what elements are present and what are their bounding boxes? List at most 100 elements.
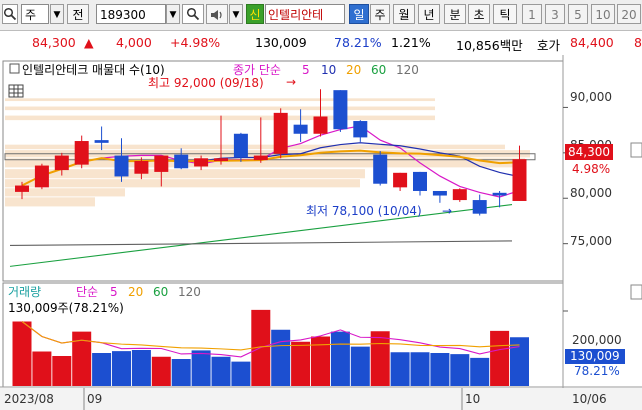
current-pct-tag: 4.98% <box>572 162 610 176</box>
candle-body <box>512 159 527 201</box>
candle-body <box>54 155 69 171</box>
sound-dropdown-icon[interactable]: ▼ <box>229 4 243 24</box>
volume-bar <box>231 361 251 386</box>
candle-body <box>313 116 328 134</box>
sound-icon[interactable] <box>206 4 228 24</box>
period-week-button[interactable]: 주 <box>370 4 390 24</box>
interval-10-button[interactable]: 10 <box>591 4 615 24</box>
credit-badge[interactable]: 신 <box>246 4 264 24</box>
ma20-legend: 20 <box>346 63 361 77</box>
candle-body <box>134 161 149 174</box>
period-day-button[interactable]: 일 <box>349 4 369 24</box>
volume-profile-band-9 <box>5 197 95 207</box>
volume-ma120-legend: 120 <box>178 285 201 299</box>
volume-bar <box>510 337 529 386</box>
candle-body <box>492 192 507 196</box>
candle-body <box>214 158 228 162</box>
market-select[interactable]: 주 <box>21 4 49 24</box>
ask-price: 84,400 <box>570 35 614 50</box>
candle-body <box>74 141 89 165</box>
interval-20-button[interactable]: 20 <box>617 4 641 24</box>
interval-3-button[interactable]: 3 <box>545 4 565 24</box>
interval-5-button[interactable]: 5 <box>568 4 588 24</box>
all-button[interactable]: 전 <box>67 4 89 24</box>
volume-profile-band-7 <box>5 179 360 188</box>
ma10-legend: 10 <box>321 63 336 77</box>
ask-label: 호가 <box>537 38 561 53</box>
toolbar: 주 ▼ 전 189300 ▼ ▼ 신 인텔리안테 일 주 월 년 분 초 틱 1… <box>0 0 642 31</box>
low-arrow-icon: → <box>442 204 452 218</box>
candle-body <box>15 185 29 192</box>
turnover-rate: 1.21% <box>391 35 431 50</box>
y-tick-75000: 75,000 <box>570 234 612 248</box>
candle-body <box>34 165 49 188</box>
candle-body <box>94 140 109 143</box>
volume-scroll-handle[interactable] <box>630 284 642 300</box>
volume-bar <box>211 356 231 386</box>
period-second-button[interactable]: 초 <box>468 4 490 24</box>
candle-body <box>293 124 308 134</box>
code-dropdown-icon[interactable]: ▼ <box>166 4 180 24</box>
volume-value: 130,009 <box>255 35 307 50</box>
candle-body <box>273 112 288 154</box>
volume-profile-band-1 <box>5 106 435 111</box>
price-scroll-handle[interactable] <box>630 142 642 158</box>
legend-box-icon[interactable] <box>9 63 20 74</box>
candle-body <box>413 171 427 191</box>
candle-body <box>154 155 169 172</box>
volume-bar <box>12 321 32 386</box>
volume-bar <box>131 350 151 386</box>
market-dropdown-icon[interactable]: ▼ <box>50 4 64 24</box>
volume-summary: 130,009주(78.21%) <box>8 301 124 315</box>
volume-bar <box>191 350 211 386</box>
candle-body <box>114 155 129 177</box>
volume-y-tick: 200,000 <box>572 333 622 347</box>
period-year-button[interactable]: 년 <box>418 4 440 24</box>
candle-body <box>472 200 487 214</box>
volume-bar <box>52 356 72 386</box>
low-annotation: 최저 78,100 (10/04) <box>306 204 422 218</box>
x-label-2023-08: 2023/08 <box>4 392 54 406</box>
volume-bar <box>490 330 510 386</box>
stock-code-input[interactable]: 189300 <box>96 4 166 24</box>
x-label-09: 09 <box>87 392 102 406</box>
price-change-pct: +4.98% <box>170 35 221 50</box>
candle <box>273 108 288 159</box>
volume-profile-band-0 <box>5 98 435 102</box>
candle-body <box>333 90 348 130</box>
ma5-legend: 5 <box>302 63 310 77</box>
x-label-10: 10 <box>465 392 480 406</box>
x-label-10-06: 10/06 <box>572 392 607 406</box>
candle <box>333 90 348 132</box>
trade-amount: 10,856백만 <box>456 38 523 53</box>
volume-ratio: 78.21% <box>334 35 382 50</box>
volume-bar <box>291 341 311 386</box>
ask-cutoff: 8 <box>634 35 642 50</box>
grid-toggle-icon[interactable] <box>8 84 24 98</box>
price-change: 4,000 <box>116 35 152 50</box>
volume-legend-title: 거래량 <box>8 285 41 299</box>
volume-bar <box>271 329 291 386</box>
ma120-legend: 120 <box>396 63 419 77</box>
high-arrow-icon: → <box>286 75 296 89</box>
volume-bar <box>32 351 52 386</box>
ma-legend-label: 종가 단순 <box>233 63 281 77</box>
period-minute-button[interactable]: 분 <box>444 4 466 24</box>
price-legend-title: 인텔리안테크 매물대 수(10) <box>22 63 165 77</box>
search-icon[interactable] <box>2 4 18 24</box>
find-stock-icon[interactable] <box>182 4 204 24</box>
chart-area[interactable]: 인텔리안테크 매물대 수(10) 종가 단순 5 10 20 60 120 최고… <box>0 55 642 410</box>
volume-bar <box>92 353 112 386</box>
candle-body <box>174 154 189 169</box>
volume-ma60-legend: 60 <box>153 285 168 299</box>
quote-bar: 84,300 ▲ 4,000 +4.98% 130,009 78.21% 1.2… <box>0 31 642 56</box>
up-arrow-icon: ▲ <box>84 35 94 50</box>
candle <box>34 163 49 190</box>
volume-ma-label: 단순 <box>76 285 98 299</box>
volume-bar <box>311 336 330 386</box>
interval-1-button[interactable]: 1 <box>522 4 542 24</box>
period-month-button[interactable]: 월 <box>393 4 415 24</box>
period-tick-button[interactable]: 틱 <box>493 4 517 24</box>
volume-bar <box>151 356 171 386</box>
candle <box>373 151 388 186</box>
